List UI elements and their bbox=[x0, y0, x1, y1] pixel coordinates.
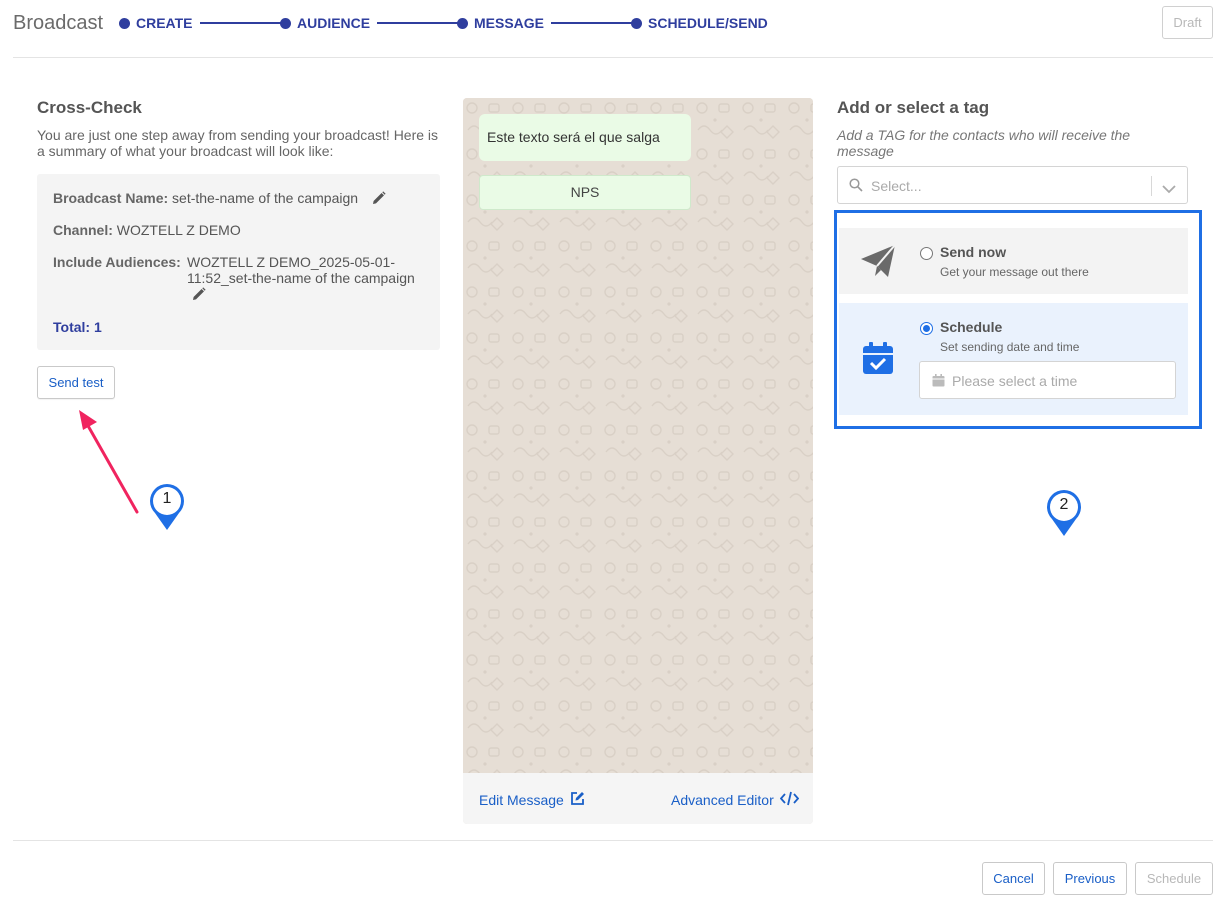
step-connector bbox=[377, 22, 459, 24]
quick-reply-button[interactable]: NPS bbox=[479, 175, 691, 210]
broadcast-name-value: set-the-name of the campaign bbox=[172, 190, 359, 206]
paper-plane-icon bbox=[859, 242, 897, 285]
schedule-subtitle: Set sending date and time bbox=[940, 340, 1080, 354]
page-title: Broadcast bbox=[13, 12, 104, 34]
previous-button[interactable]: Previous bbox=[1053, 862, 1127, 895]
select-separator bbox=[1151, 176, 1152, 196]
tag-hint: Add a TAG for the contacts who will rece… bbox=[837, 127, 1131, 159]
tag-title: Add or select a tag bbox=[837, 98, 990, 117]
send-now-radio[interactable] bbox=[920, 247, 933, 260]
send-now-subtitle: Get your message out there bbox=[940, 265, 1089, 279]
marker-number: 1 bbox=[162, 490, 172, 507]
tag-select[interactable]: Select... bbox=[837, 166, 1188, 204]
search-icon bbox=[849, 178, 863, 197]
message-bubble: Este texto será el que salga bbox=[479, 114, 691, 161]
step-create[interactable]: CREATE bbox=[119, 15, 193, 31]
audiences-value-line: 11:52_set-the-name of the campaign bbox=[187, 270, 415, 286]
calendar-icon bbox=[932, 374, 945, 392]
edit-message-link[interactable]: Edit Message bbox=[479, 791, 585, 809]
pencil-icon[interactable] bbox=[192, 287, 206, 304]
audiences-value-line: WOZTELL Z DEMO_2025-05-01- bbox=[187, 254, 395, 270]
step-dot bbox=[631, 17, 642, 29]
channel-value: WOZTELL Z DEMO bbox=[116, 222, 241, 238]
step-connector bbox=[551, 22, 635, 24]
send-now-option[interactable]: Send now Get your message out there bbox=[839, 228, 1188, 294]
total-label: Total: bbox=[53, 319, 91, 335]
map-pin-icon: 1 bbox=[147, 481, 187, 531]
edit-message-label: Edit Message bbox=[479, 792, 564, 808]
message-preview: Este texto será el que salga NPS Edit Me… bbox=[463, 98, 813, 824]
schedule-option[interactable]: Schedule Set sending date and time Pleas… bbox=[839, 303, 1188, 415]
crosscheck-panel: Cross-Check You are just one step away f… bbox=[37, 98, 440, 399]
step-connector bbox=[200, 22, 286, 24]
broadcast-name-label: Broadcast Name: bbox=[53, 190, 169, 206]
step-label: MESSAGE bbox=[474, 15, 545, 31]
step-audience[interactable]: AUDIENCE bbox=[280, 15, 370, 31]
step-label: AUDIENCE bbox=[297, 15, 371, 31]
preview-footer: Edit Message Advanced Editor bbox=[463, 773, 813, 824]
edit-icon bbox=[570, 791, 585, 809]
summary-box: Broadcast Name: set-the-name of the camp… bbox=[37, 174, 440, 350]
step-label: SCHEDULE/SEND bbox=[648, 15, 768, 31]
send-test-button[interactable]: Send test bbox=[37, 366, 115, 399]
total-row: Total: 1 bbox=[53, 319, 102, 335]
header-bar: Broadcast CREATE AUDIENCE MESSAGE SCHEDU… bbox=[13, 0, 1213, 58]
arrow-icon bbox=[79, 410, 139, 514]
step-dot bbox=[457, 17, 468, 29]
schedule-button[interactable]: Schedule bbox=[1135, 862, 1213, 895]
map-pin-icon: 2 bbox=[1044, 487, 1084, 537]
crosscheck-description: You are just one step away from sending … bbox=[37, 127, 439, 159]
schedule-radio[interactable] bbox=[920, 322, 933, 335]
calendar-check-icon bbox=[862, 341, 894, 380]
step-dot bbox=[119, 17, 130, 29]
chevron-down-icon[interactable] bbox=[1162, 181, 1176, 199]
channel-label: Channel: bbox=[53, 222, 113, 238]
advanced-editor-link[interactable]: Advanced Editor bbox=[671, 791, 799, 809]
time-placeholder: Please select a time bbox=[952, 373, 1078, 389]
advanced-editor-label: Advanced Editor bbox=[671, 792, 774, 808]
schedule-title: Schedule bbox=[940, 319, 1003, 335]
audiences-label: Include Audiences: bbox=[53, 254, 181, 270]
step-schedule-send[interactable]: SCHEDULE/SEND bbox=[631, 15, 768, 31]
tag-panel: Add or select a tag Add a TAG for the co… bbox=[837, 98, 1188, 204]
time-picker-input[interactable]: Please select a time bbox=[919, 361, 1176, 399]
pencil-icon[interactable] bbox=[372, 191, 386, 208]
marker-number: 2 bbox=[1059, 496, 1069, 513]
crosscheck-title: Cross-Check bbox=[37, 98, 142, 117]
send-now-title: Send now bbox=[940, 244, 1007, 260]
audiences-row: Include Audiences: bbox=[53, 254, 181, 270]
channel-row: Channel: WOZTELL Z DEMO bbox=[53, 222, 241, 238]
audiences-value: WOZTELL Z DEMO_2025-05-01- 11:52_set-the… bbox=[187, 254, 415, 304]
code-icon bbox=[779, 791, 799, 809]
step-dot bbox=[280, 17, 291, 29]
draft-button[interactable]: Draft bbox=[1162, 6, 1213, 39]
step-message[interactable]: MESSAGE bbox=[457, 15, 544, 31]
broadcast-name-row: Broadcast Name: set-the-name of the camp… bbox=[53, 190, 386, 208]
step-label: CREATE bbox=[136, 15, 193, 31]
cancel-button[interactable]: Cancel bbox=[982, 862, 1045, 895]
total-value: 1 bbox=[93, 319, 102, 335]
tag-select-placeholder: Select... bbox=[871, 178, 922, 194]
footer-divider bbox=[13, 840, 1213, 841]
